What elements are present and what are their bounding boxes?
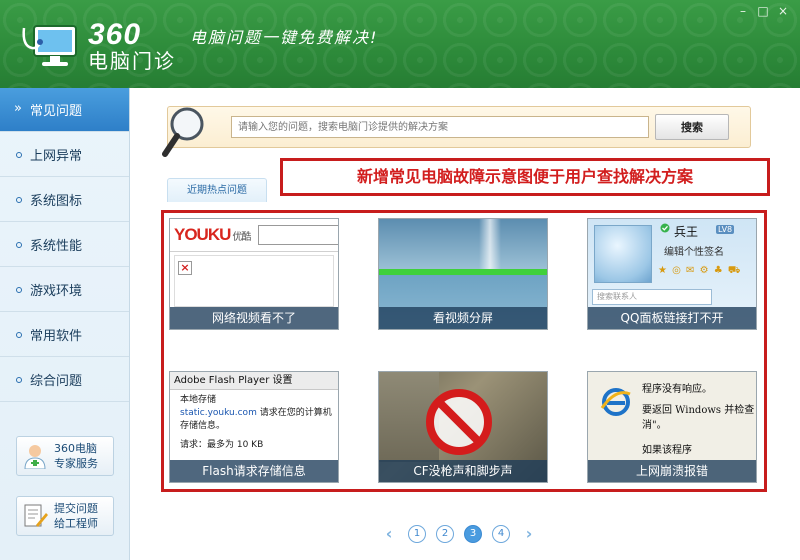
circle-bullet-icon: [16, 242, 22, 248]
prev-page-button[interactable]: ‹: [379, 524, 399, 544]
app-header: 360 电脑门诊 电脑问题一键免费解决! – □ ×: [0, 0, 800, 88]
issue-tile-qq-panel[interactable]: 兵王 LV8 编辑个性签名 ★ ◎ ✉ ⚙ ♣ ⛟ 搜索联系人 QQ面板链接打不…: [587, 218, 757, 330]
issue-tile-browser-crash[interactable]: 程序没有响应。 要返回 Windows 并检查 消"。 如果该程序 上网崩溃报错: [587, 371, 757, 483]
expert-service-line2: 专家服务: [54, 457, 98, 470]
qq-contact-search: 搜索联系人: [592, 289, 712, 305]
search-button[interactable]: 搜索: [655, 114, 729, 140]
brand-name: 电脑门诊: [88, 49, 176, 73]
flash-line: static.youku.com 请求在您的计算机: [180, 407, 338, 420]
doctor-icon: [24, 445, 46, 469]
document-pen-icon: [24, 504, 48, 527]
sidebar-item-software[interactable]: 常用软件: [0, 313, 129, 357]
issue-tile-video[interactable]: YOUKU 优酷 × 网络视频看不了: [169, 218, 339, 330]
expert-service-line1: 360电脑: [54, 442, 97, 455]
issue-tile-split-screen[interactable]: 看视频分屏: [378, 218, 548, 330]
flash-line: 本地存储: [180, 395, 217, 405]
submit-question-line1: 提交问题: [54, 502, 98, 515]
circle-bullet-icon: [16, 287, 22, 293]
page-1-button[interactable]: 1: [408, 525, 426, 543]
flash-dialog-body: 本地存储 static.youku.com 请求在您的计算机 存储信息。 请求：…: [180, 394, 338, 452]
youku-logo-sub: 优酷: [232, 232, 251, 243]
sidebar-item-common-issues[interactable]: » 常见问题: [0, 88, 129, 132]
crash-line: 消"。: [642, 420, 667, 431]
ie-browser-icon: [600, 388, 631, 416]
sidebar-item-label: 系统图标: [30, 194, 83, 209]
tile-caption: CF没枪声和脚步声: [379, 460, 547, 482]
circle-bullet-icon: [16, 152, 22, 158]
online-status-icon: [660, 223, 670, 233]
sidebar-item-label: 常见问题: [30, 104, 83, 119]
sidebar-item-label: 系统性能: [30, 239, 83, 254]
minimize-button[interactable]: –: [734, 4, 752, 18]
expert-service-button[interactable]: 360电脑 专家服务: [16, 436, 114, 476]
youku-logo: YOUKU 优酷: [174, 225, 251, 245]
slogan: 电脑问题一键免费解决!: [190, 28, 379, 47]
qq-level-badge: LV8: [716, 225, 735, 234]
circle-bullet-icon: [16, 332, 22, 338]
sidebar-item-label: 游戏环境: [30, 284, 83, 299]
flash-line: 请求：最多为 10 KB: [180, 440, 264, 450]
qq-toolbar-icons: ★ ◎ ✉ ⚙ ♣ ⛟: [658, 265, 742, 276]
sidebar-item-label: 常用软件: [30, 329, 83, 344]
qq-nickname: 兵王: [674, 225, 699, 239]
prohibited-icon: [426, 389, 492, 455]
page-4-button[interactable]: 4: [492, 525, 510, 543]
sidebar-item-label: 综合问题: [30, 374, 83, 389]
tile-caption: 看视频分屏: [379, 307, 547, 329]
submit-question-button[interactable]: 提交问题 给工程师: [16, 496, 114, 536]
flash-url: static.youku.com: [180, 408, 257, 418]
circle-bullet-icon: [16, 377, 22, 383]
search-input[interactable]: [231, 116, 649, 138]
sidebar-item-system-icons[interactable]: 系统图标: [0, 178, 129, 222]
qq-avatar: [594, 225, 652, 283]
monitor-stethoscope-logo-icon: [22, 25, 77, 66]
crash-line: 要返回 Windows 并检查: [642, 405, 755, 416]
sidebar-item-general[interactable]: 综合问题: [0, 358, 129, 402]
youku-logo-text: YOUKU: [174, 225, 231, 244]
page-2-button[interactable]: 2: [436, 525, 454, 543]
tile-caption: QQ面板链接打不开: [588, 307, 756, 329]
next-page-button[interactable]: ›: [519, 524, 539, 544]
tile-caption: 上网崩溃报错: [588, 460, 756, 482]
qq-signature: 编辑个性签名: [664, 247, 724, 258]
crash-line: 如果该程序: [642, 445, 692, 456]
flash-line-rest: 请求在您的计算机: [256, 408, 332, 418]
page-3-button[interactable]: 3: [464, 525, 482, 543]
brand: 360 电脑门诊: [88, 18, 176, 73]
video-frame: [174, 255, 334, 307]
sidebar-item-network[interactable]: 上网异常: [0, 133, 129, 177]
youku-search-box: [258, 225, 338, 245]
flash-dialog-title: Adobe Flash Player 设置: [170, 372, 338, 390]
pagination: ‹ 1 2 3 4 ›: [379, 522, 539, 546]
maximize-button[interactable]: □: [754, 4, 772, 18]
annotation-banner: 新增常见电脑故障示意图便于用户查找解决方案: [280, 158, 770, 196]
main-content: 搜索 近期热点问题 新增常见电脑故障示意图便于用户查找解决方案 YOUKU优酷 …: [131, 88, 800, 560]
double-chevron-right-icon: »: [14, 101, 22, 116]
broken-image-icon: ×: [178, 261, 192, 275]
sidebar-item-performance[interactable]: 系统性能: [0, 223, 129, 267]
tab-recent-hot-issues[interactable]: 近期热点问题: [167, 178, 267, 202]
circle-bullet-icon: [16, 197, 22, 203]
tile-caption: 网络视频看不了: [170, 307, 338, 329]
sidebar: » 常见问题 上网异常 系统图标 系统性能 游戏环境 常用软件 综合问题 360…: [0, 88, 130, 560]
brand-number: 360: [88, 18, 142, 51]
tile-caption: Flash请求存储信息: [170, 460, 338, 482]
flash-line: 存储信息。: [180, 421, 226, 431]
crash-dialog-text: 程序没有响应。 要返回 Windows 并检查 消"。 如果该程序: [642, 382, 756, 458]
submit-question-line2: 给工程师: [54, 517, 98, 530]
magnifier-icon: [162, 107, 204, 157]
sidebar-item-gaming[interactable]: 游戏环境: [0, 268, 129, 312]
crash-line: 程序没有响应。: [642, 384, 712, 395]
sidebar-item-label: 上网异常: [30, 149, 83, 164]
issue-tile-flash-storage[interactable]: Adobe Flash Player 设置 本地存储 static.youku.…: [169, 371, 339, 483]
issue-tile-cf-no-sound[interactable]: CF没枪声和脚步声: [378, 371, 548, 483]
close-button[interactable]: ×: [774, 4, 792, 18]
